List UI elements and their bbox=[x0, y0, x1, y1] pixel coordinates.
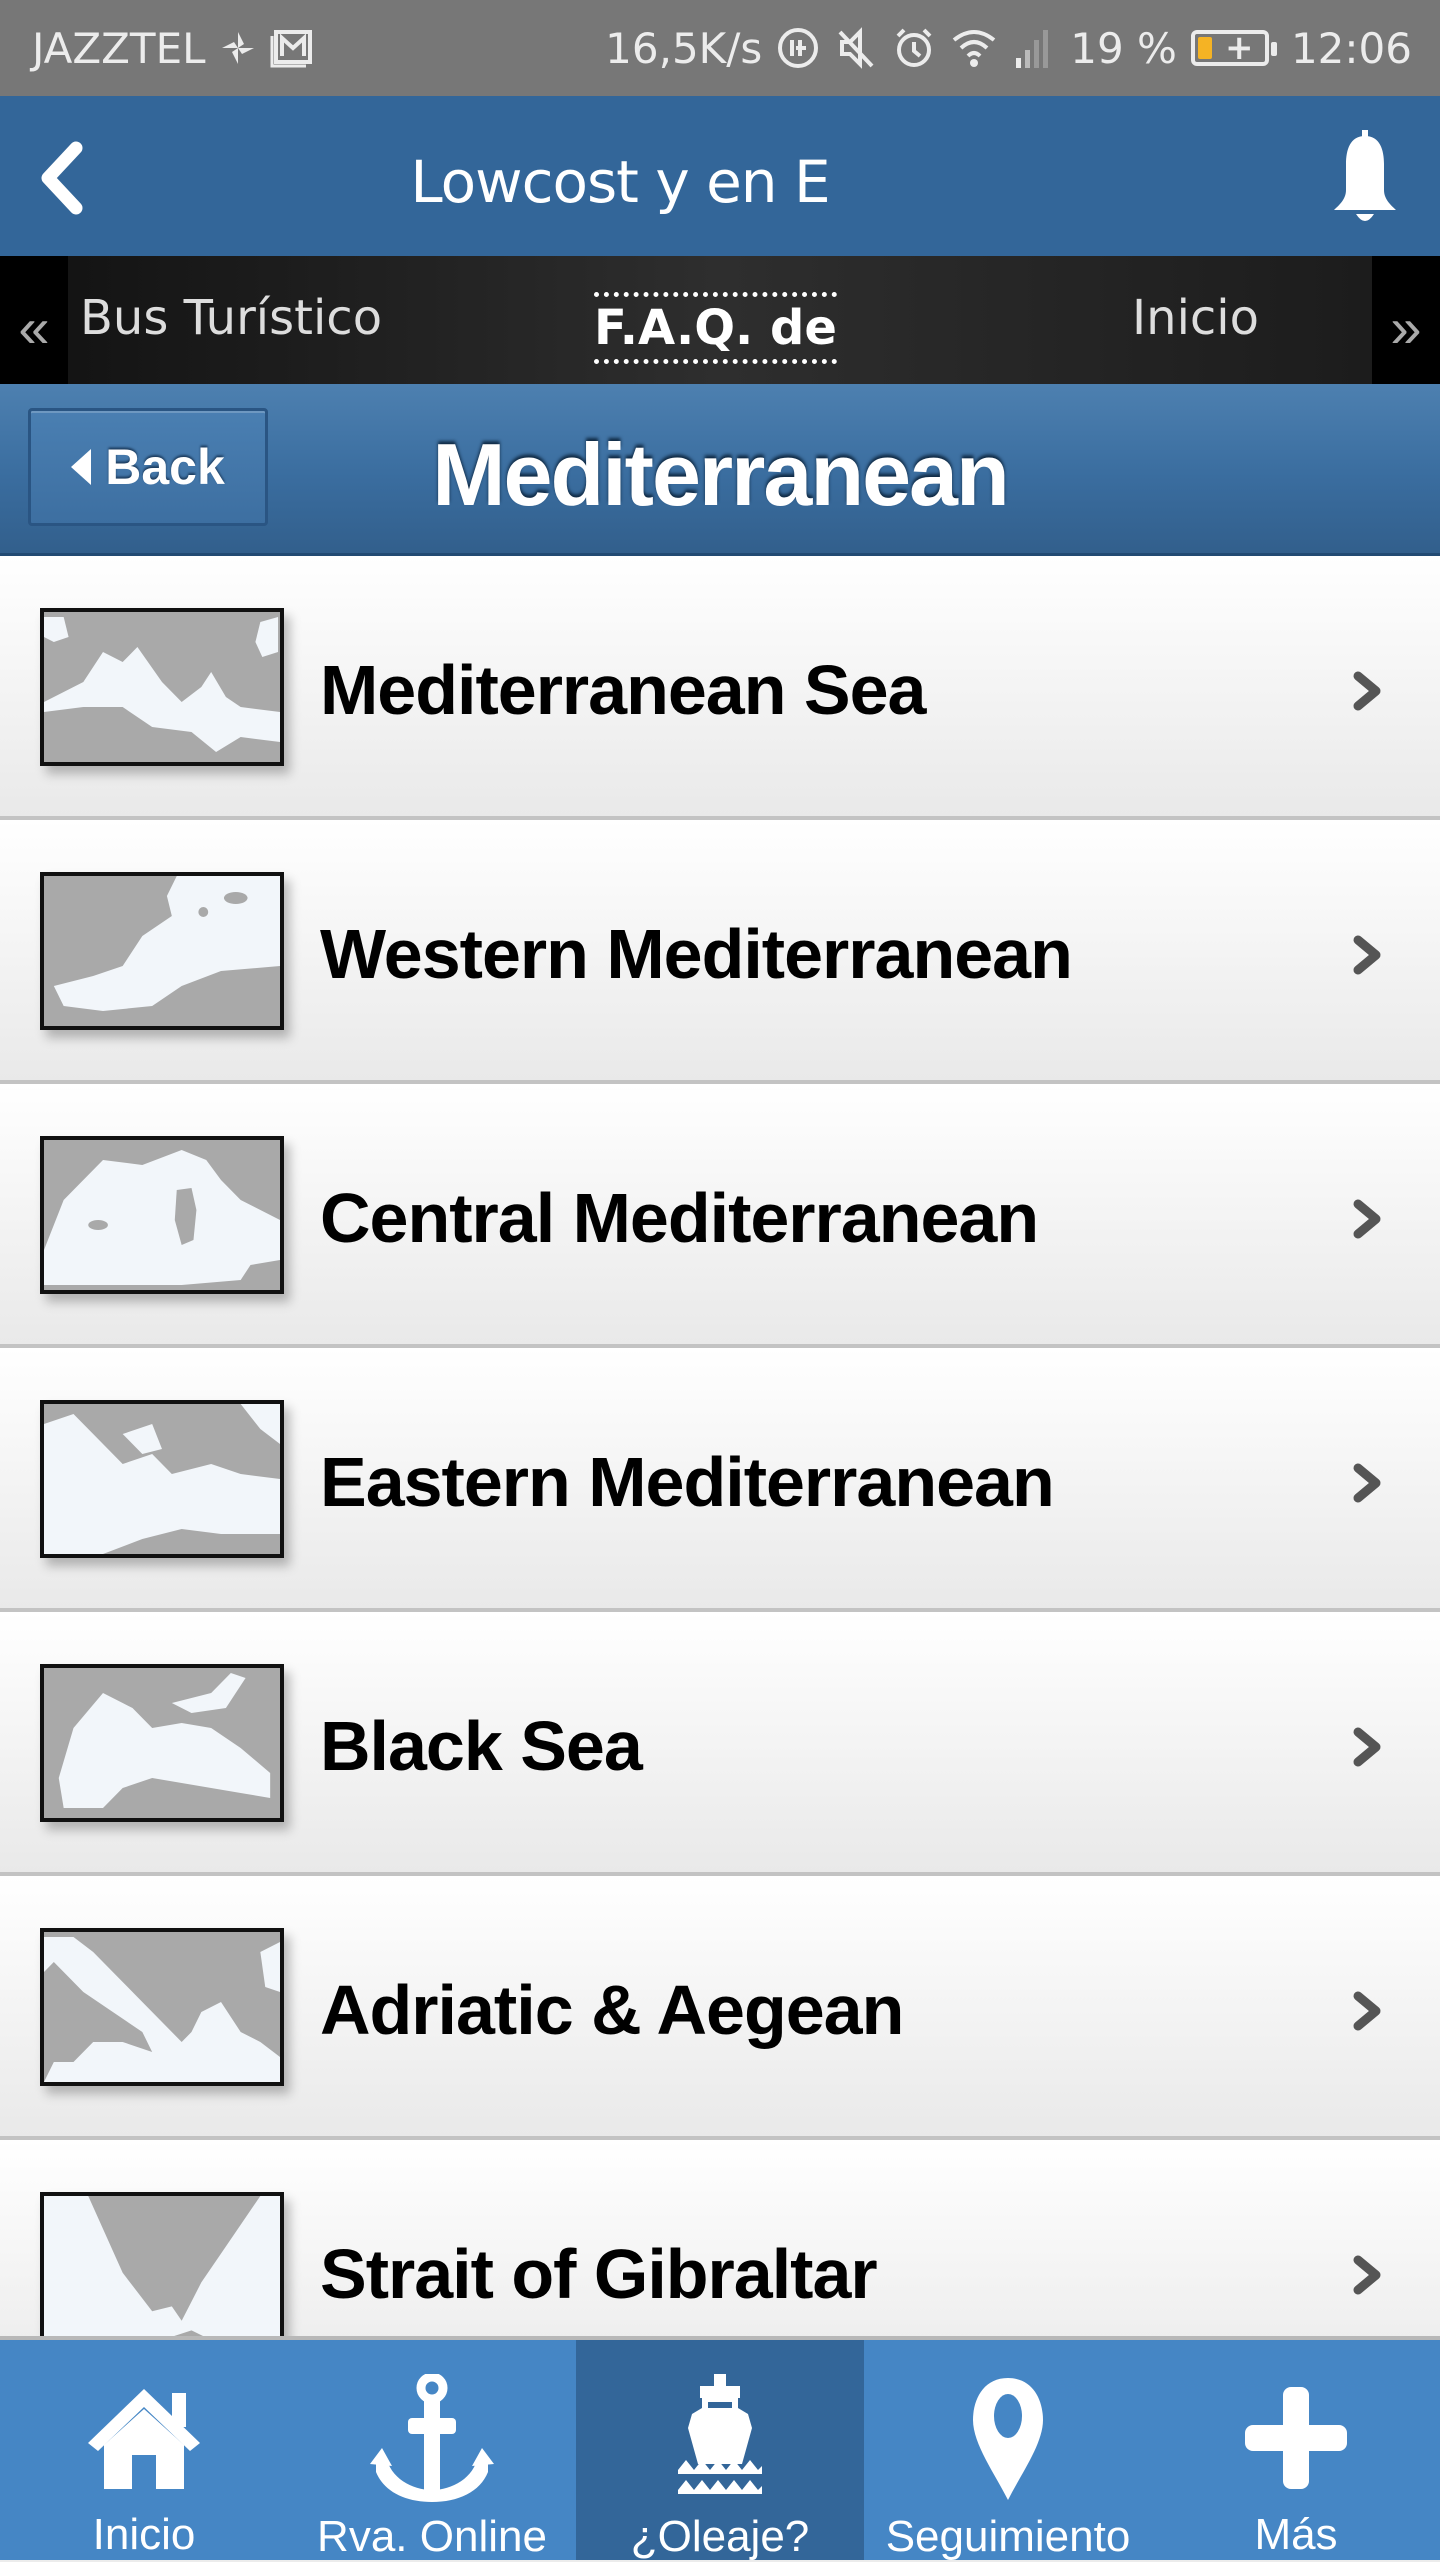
home-icon bbox=[84, 2374, 204, 2502]
list-item-label: Black Sea bbox=[320, 1707, 643, 1785]
double-chevron-right-icon: » bbox=[1390, 295, 1422, 359]
map-black-sea-thumbnail bbox=[40, 1664, 284, 1822]
bottom-navigation: Inicio Rva. Online ¿Oleaje? Seguimiento … bbox=[0, 2336, 1440, 2561]
list-item-label: Adriatic & Aegean bbox=[320, 1971, 904, 2049]
anchor-icon bbox=[362, 2374, 502, 2504]
ship-waves-icon bbox=[650, 2374, 790, 2504]
map-mediterranean-sea-thumbnail bbox=[40, 608, 284, 766]
map-western-mediterranean-thumbnail bbox=[40, 872, 284, 1030]
mute-icon bbox=[834, 26, 878, 70]
nav-label: ¿Oleaje? bbox=[630, 2512, 810, 2561]
list-item-strait-of-gibraltar[interactable]: Strait of Gibraltar bbox=[0, 2140, 1440, 2340]
page-title: Mediterranean bbox=[432, 425, 1010, 524]
chevron-right-icon bbox=[1353, 1199, 1381, 1239]
nav-label: Inicio bbox=[92, 2510, 196, 2559]
map-strait-of-gibraltar-thumbnail bbox=[40, 2192, 284, 2340]
plus-icon bbox=[1241, 2374, 1351, 2502]
tab-faq[interactable]: F.A.Q. de bbox=[594, 292, 837, 364]
nav-rva-online[interactable]: Rva. Online bbox=[288, 2340, 576, 2561]
battery-charging-icon: + bbox=[1190, 28, 1277, 68]
tabs-prev-button[interactable]: « bbox=[0, 256, 68, 398]
wifi-icon bbox=[950, 26, 998, 70]
gmail-icon bbox=[270, 28, 314, 68]
tab-bus-turistico[interactable]: Bus Turístico bbox=[80, 290, 382, 346]
map-adriatic-aegean-thumbnail bbox=[40, 1928, 284, 2086]
clock: 12:06 bbox=[1290, 23, 1412, 73]
list-item-label: Western Mediterranean bbox=[320, 915, 1073, 993]
app-title: Lowcost y en E bbox=[410, 148, 830, 216]
tab-inicio[interactable]: Inicio bbox=[1132, 290, 1259, 346]
list-item-eastern-mediterranean[interactable]: Eastern Mediterranean bbox=[0, 1348, 1440, 1612]
nav-label: Más bbox=[1254, 2510, 1338, 2559]
nav-inicio[interactable]: Inicio bbox=[0, 2340, 288, 2560]
data-saver-icon bbox=[776, 26, 820, 70]
alarm-icon bbox=[892, 26, 936, 70]
chevron-right-icon bbox=[1353, 1463, 1381, 1503]
double-chevron-left-icon: « bbox=[18, 295, 50, 359]
page-header: Back Mediterranean bbox=[0, 384, 1440, 556]
list-item-label: Mediterranean Sea bbox=[320, 651, 926, 729]
list-item-label: Central Mediterranean bbox=[320, 1179, 1039, 1257]
bell-icon bbox=[1334, 130, 1396, 221]
list-item-black-sea[interactable]: Black Sea bbox=[0, 1612, 1440, 1876]
signal-icon bbox=[1012, 26, 1056, 70]
chevron-right-icon bbox=[1353, 1727, 1381, 1767]
chevron-right-icon bbox=[1353, 1991, 1381, 2031]
map-central-mediterranean-thumbnail bbox=[40, 1136, 284, 1294]
region-list: Mediterranean Sea Western Mediterranean … bbox=[0, 556, 1440, 2340]
chevron-right-icon bbox=[1353, 671, 1381, 711]
nav-seguimiento[interactable]: Seguimiento bbox=[864, 2340, 1152, 2561]
tab-strip: « Bus Turístico F.A.Q. de Inicio » bbox=[0, 256, 1440, 398]
chevron-right-icon bbox=[1353, 935, 1381, 975]
map-eastern-mediterranean-thumbnail bbox=[40, 1400, 284, 1558]
list-item-mediterranean-sea[interactable]: Mediterranean Sea bbox=[0, 556, 1440, 820]
list-item-label: Strait of Gibraltar bbox=[320, 2235, 878, 2313]
tabs-next-button[interactable]: » bbox=[1372, 256, 1440, 398]
list-item-adriatic-aegean[interactable]: Adriatic & Aegean bbox=[0, 1876, 1440, 2140]
list-item-central-mediterranean[interactable]: Central Mediterranean bbox=[0, 1084, 1440, 1348]
network-speed: 16,5K/s bbox=[605, 23, 763, 73]
nav-mas[interactable]: Más bbox=[1152, 2340, 1440, 2560]
battery-percent: 19 % bbox=[1070, 23, 1177, 73]
nav-oleaje[interactable]: ¿Oleaje? bbox=[576, 2340, 864, 2561]
notifications-button[interactable] bbox=[1320, 130, 1410, 230]
chevron-right-icon bbox=[1353, 2255, 1381, 2295]
map-pin-icon bbox=[963, 2374, 1053, 2504]
status-bar: JAZZTEL 16,5K/s 19 % + 12:06 bbox=[0, 0, 1440, 96]
nav-label: Seguimiento bbox=[885, 2512, 1131, 2561]
list-item-label: Eastern Mediterranean bbox=[320, 1443, 1055, 1521]
list-item-western-mediterranean[interactable]: Western Mediterranean bbox=[0, 820, 1440, 1084]
nav-label: Rva. Online bbox=[317, 2512, 547, 2561]
app-header: Lowcost y en E bbox=[0, 96, 1440, 256]
carrier-name: JAZZTEL bbox=[32, 23, 206, 73]
sync-icon bbox=[218, 28, 258, 68]
